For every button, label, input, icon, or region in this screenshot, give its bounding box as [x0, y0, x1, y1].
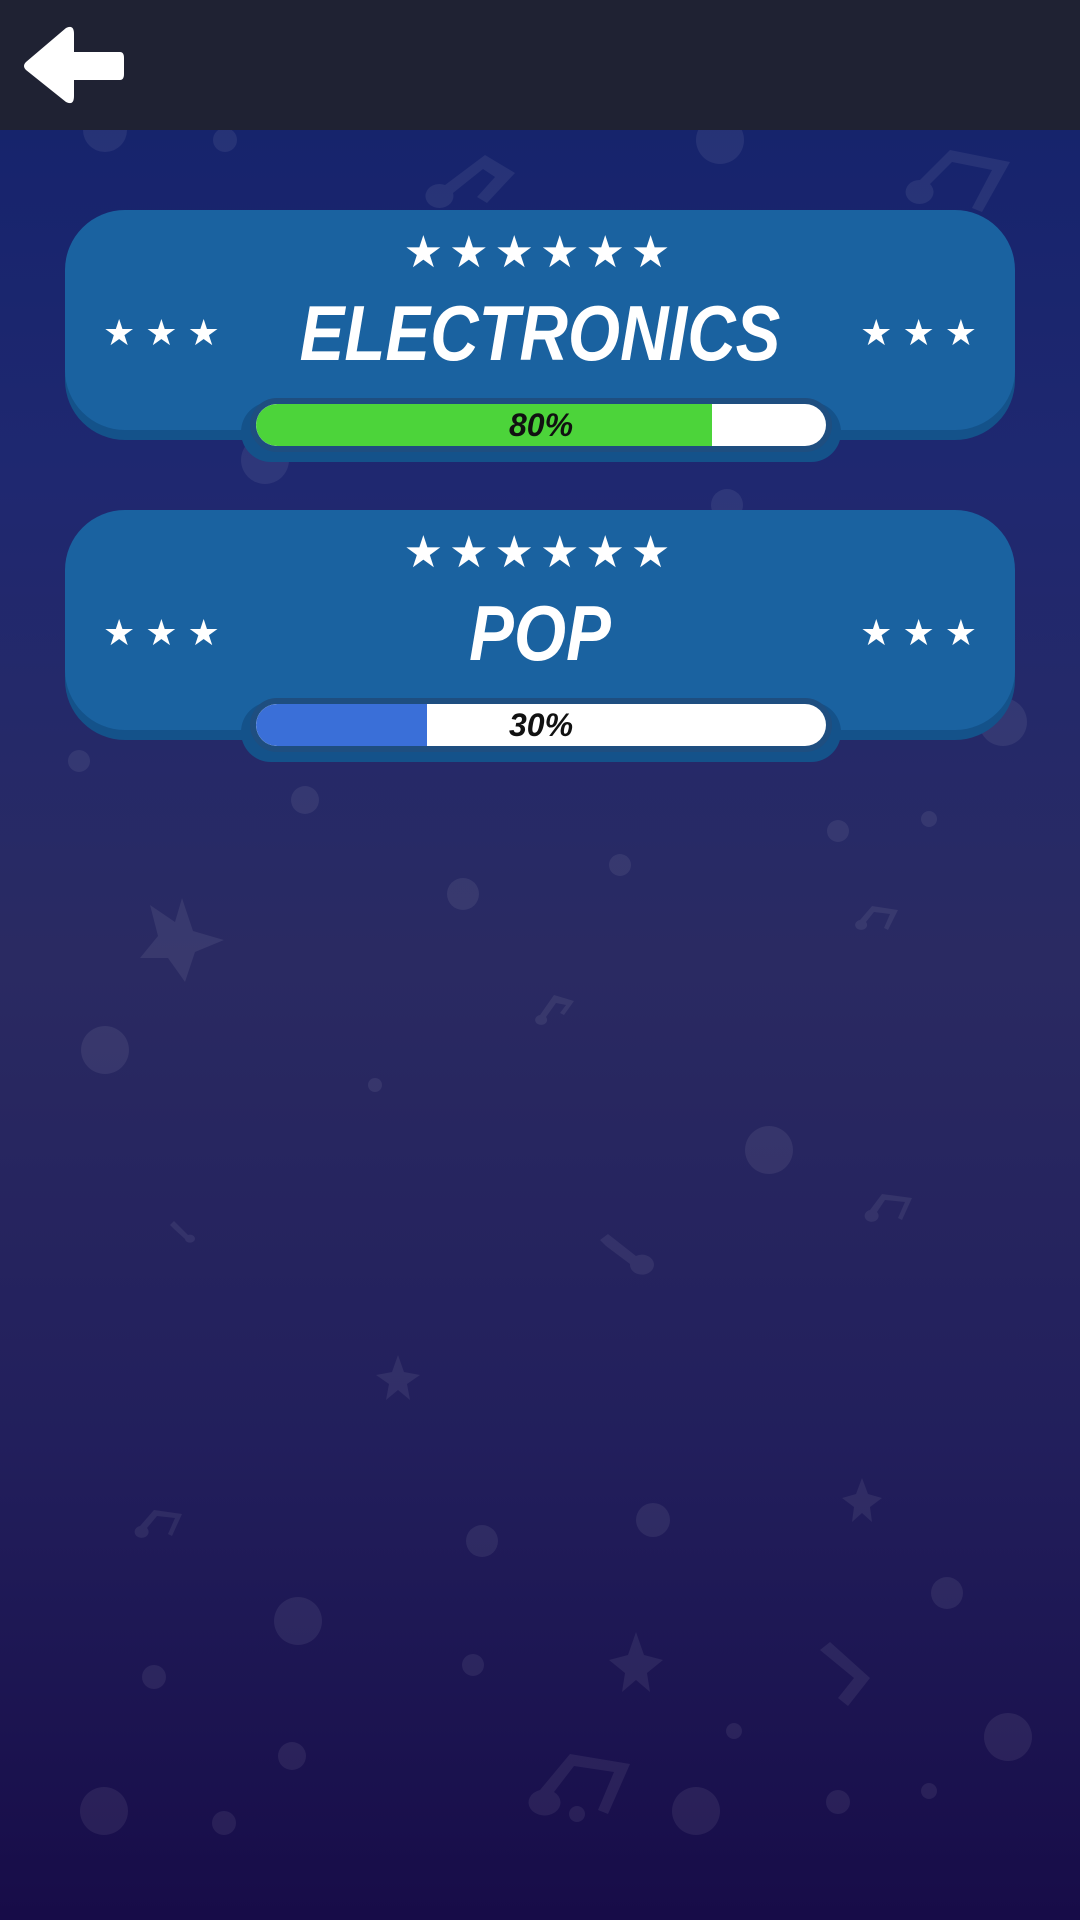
progress-bar: 80% — [250, 398, 832, 452]
star-row-top: ★★★★★★ — [403, 227, 677, 278]
progress-bar: 30% — [250, 698, 832, 752]
top-bar — [0, 0, 1080, 130]
category-card-electronics[interactable]: ★★★★★★ ★★★ ★★★ Electronics 80% — [65, 210, 1015, 462]
category-card-pop[interactable]: ★★★★★★ ★★★ ★★★ Pop 30% — [65, 510, 1015, 762]
category-title: Electronics — [299, 289, 781, 377]
arrow-left-icon[interactable] — [18, 22, 130, 108]
star-row-top: ★★★★★★ — [403, 527, 677, 578]
category-button[interactable]: ★★★★★★ ★★★ ★★★ Pop — [65, 510, 1015, 730]
progress-label: 30% — [508, 707, 574, 743]
progress-label: 80% — [508, 407, 574, 443]
category-button[interactable]: ★★★★★★ ★★★ ★★★ Electronics — [65, 210, 1015, 430]
category-title: Pop — [469, 589, 611, 677]
